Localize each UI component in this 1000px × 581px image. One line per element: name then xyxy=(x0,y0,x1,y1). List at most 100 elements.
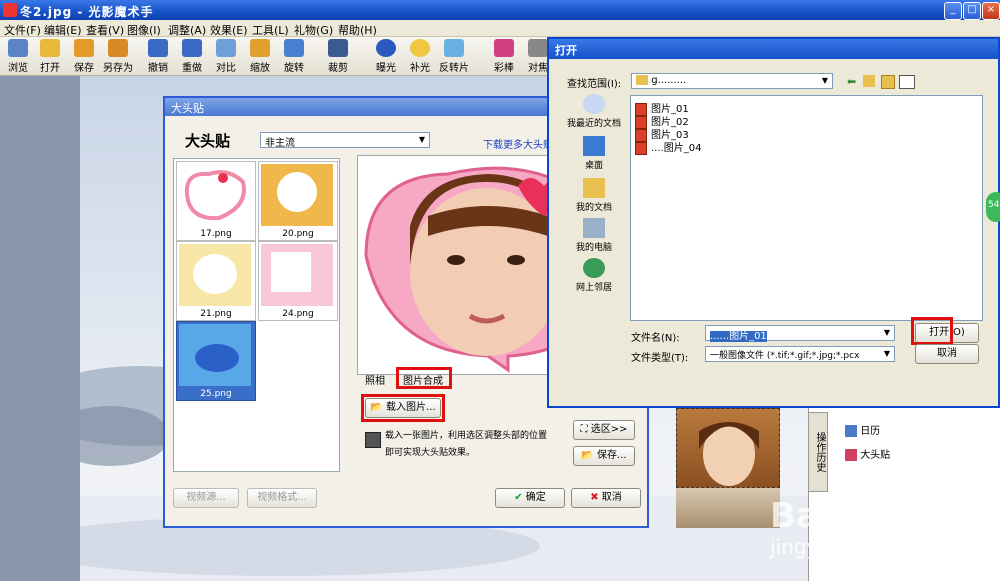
history-item-calendar[interactable]: 日历 xyxy=(845,422,880,437)
filename-label: 文件名(N): xyxy=(631,333,680,344)
recent-docs-icon xyxy=(583,94,605,114)
compare-button[interactable]: 对比 xyxy=(208,39,244,75)
place-recent[interactable]: 我最近的文档 xyxy=(559,94,629,129)
compose-hint: 载入一张图片，利用选区调整头部的位置 即可实现大头贴效果。 xyxy=(385,431,548,458)
view-menu-icon[interactable] xyxy=(899,75,915,89)
history-tab[interactable]: 操作历史 xyxy=(808,412,828,492)
place-my-computer[interactable]: 我的电脑 xyxy=(559,218,629,253)
fill-light-button[interactable]: 补光 xyxy=(402,39,438,75)
zoom-icon xyxy=(250,39,270,57)
watermark-logo: Baidu经验 xyxy=(770,496,948,536)
title-bar: 冬2.jpg - 光影魔术手 _ □ × xyxy=(0,0,1000,20)
ok-button[interactable]: ✔ 确定 xyxy=(495,488,565,508)
exposure-button[interactable]: 曝光 xyxy=(368,39,404,75)
window-title: 冬2.jpg - 光影魔术手 xyxy=(20,5,154,19)
sticker-thumb[interactable]: 17.png xyxy=(176,161,256,241)
back-icon[interactable]: ⬅ xyxy=(847,75,856,88)
cloud-frame-icon xyxy=(179,324,251,386)
crop-button[interactable]: 裁剪 xyxy=(320,39,356,75)
heart-frame-icon xyxy=(184,170,246,221)
desktop-icon xyxy=(583,136,605,156)
sticker-icon xyxy=(845,449,857,461)
filetype-select[interactable]: 一般图像文件 (*.tif;*.gif;*.jpg;*.pcx ▼ xyxy=(705,346,895,362)
place-desktop[interactable]: 桌面 xyxy=(559,136,629,171)
download-more-link[interactable]: 下载更多大头贴 xyxy=(483,136,553,151)
places-bar: 我最近的文档 桌面 我的文档 我的电脑 网上邻居 xyxy=(559,94,629,299)
folder-icon xyxy=(40,39,60,57)
highlight-open-button xyxy=(911,317,953,345)
menu-help[interactable]: 帮助(H) xyxy=(338,22,377,38)
cancel-open-button[interactable]: 取消 xyxy=(915,344,979,364)
minimize-button[interactable]: _ xyxy=(944,2,962,20)
lookin-label: 查找范围(I): xyxy=(567,79,622,90)
style-select[interactable]: 非主流 ▼ xyxy=(260,132,430,149)
menu-file[interactable]: 文件(F) xyxy=(4,22,41,38)
history-item-sticker[interactable]: 大头贴 xyxy=(845,446,890,461)
lookin-select[interactable]: g......... ▼ xyxy=(631,73,833,89)
sticker-thumb[interactable]: 24.png xyxy=(258,241,338,321)
save-icon xyxy=(74,39,94,57)
film-icon xyxy=(444,39,464,57)
place-my-documents[interactable]: 我的文档 xyxy=(559,178,629,213)
app-icon xyxy=(3,3,17,17)
thumbnail-photo[interactable] xyxy=(676,408,780,488)
file-list: 图片_01 图片_02 图片_03 ....图片_04 xyxy=(630,95,983,321)
close-icon: ✖ xyxy=(590,492,599,503)
tab-photo[interactable]: 照相 xyxy=(365,372,385,387)
check-icon: ✔ xyxy=(514,492,523,503)
side-floating-badge[interactable]: 54 xyxy=(986,192,1000,222)
color-stick-button[interactable]: 彩棒 xyxy=(486,39,522,75)
thumbnail-photo-bottom xyxy=(676,488,780,528)
sticker-thumb[interactable]: 20.png xyxy=(258,161,338,241)
undo-button[interactable]: 撤销 xyxy=(140,39,176,75)
new-folder-icon[interactable] xyxy=(881,75,895,89)
select-area-button[interactable]: ⛶ 选区>> xyxy=(573,420,635,440)
save-as-icon xyxy=(108,39,128,57)
zoom-button[interactable]: 缩放 xyxy=(242,39,278,75)
video-source-button[interactable]: 视频源... xyxy=(173,488,239,508)
open-button[interactable]: 打开 xyxy=(32,39,68,75)
save-button[interactable]: 保存 xyxy=(66,39,102,75)
maximize-button[interactable]: □ xyxy=(963,2,981,20)
menu-gifts[interactable]: 礼物(G) xyxy=(294,22,333,38)
place-network[interactable]: 网上邻居 xyxy=(559,258,629,293)
cancel-button[interactable]: ✖ 取消 xyxy=(571,488,641,508)
calendar-icon xyxy=(845,425,857,437)
browse-button[interactable]: 浏览 xyxy=(0,39,36,75)
sticker-thumb-selected[interactable]: 25.png xyxy=(176,321,256,401)
video-format-button[interactable]: 视频格式... xyxy=(247,488,317,508)
network-icon xyxy=(583,258,605,278)
highlight-load-button xyxy=(361,394,445,422)
reverse-film-button[interactable]: 反转片 xyxy=(436,39,472,75)
filename-input[interactable]: ......图片_01 ▼ xyxy=(705,325,895,342)
menu-view[interactable]: 查看(V) xyxy=(86,22,124,38)
menu-edit[interactable]: 编辑(E) xyxy=(44,22,82,38)
up-folder-icon[interactable] xyxy=(863,75,875,87)
color-stick-icon xyxy=(494,39,514,57)
sticker-thumb[interactable]: 21.png xyxy=(176,241,256,321)
rotate-button[interactable]: 旋转 xyxy=(276,39,312,75)
bulb-icon xyxy=(410,39,430,57)
highlight-compose-tab xyxy=(396,367,452,389)
save-button[interactable]: 📂 保存... xyxy=(573,446,635,466)
undo-icon xyxy=(148,39,168,57)
my-documents-icon xyxy=(583,178,605,198)
flower-frame-icon xyxy=(179,244,251,306)
menu-image[interactable]: 图像(I) xyxy=(127,22,161,38)
open-dialog: 打开 查找范围(I): g......... ▼ ⬅ 我最近的文档 桌面 我的文… xyxy=(547,37,1000,408)
save-as-button[interactable]: 另存为 xyxy=(100,39,136,75)
redo-button[interactable]: 重做 xyxy=(174,39,210,75)
menu-effects[interactable]: 效果(E) xyxy=(210,22,248,38)
info-icon xyxy=(365,432,381,448)
close-button[interactable]: × xyxy=(982,2,1000,20)
chevron-down-icon: ▼ xyxy=(883,328,891,337)
chevron-down-icon: ▼ xyxy=(821,76,829,85)
image-file-icon xyxy=(635,141,647,155)
menu-tools[interactable]: 工具(L) xyxy=(252,22,289,38)
pink-frame-icon xyxy=(261,244,333,306)
menu-adjust[interactable]: 调整(A) xyxy=(168,22,206,38)
chevron-down-icon: ▼ xyxy=(881,348,893,360)
exposure-icon xyxy=(376,39,396,57)
file-item[interactable]: ....图片_04 xyxy=(635,139,701,155)
focus-icon xyxy=(528,39,548,57)
